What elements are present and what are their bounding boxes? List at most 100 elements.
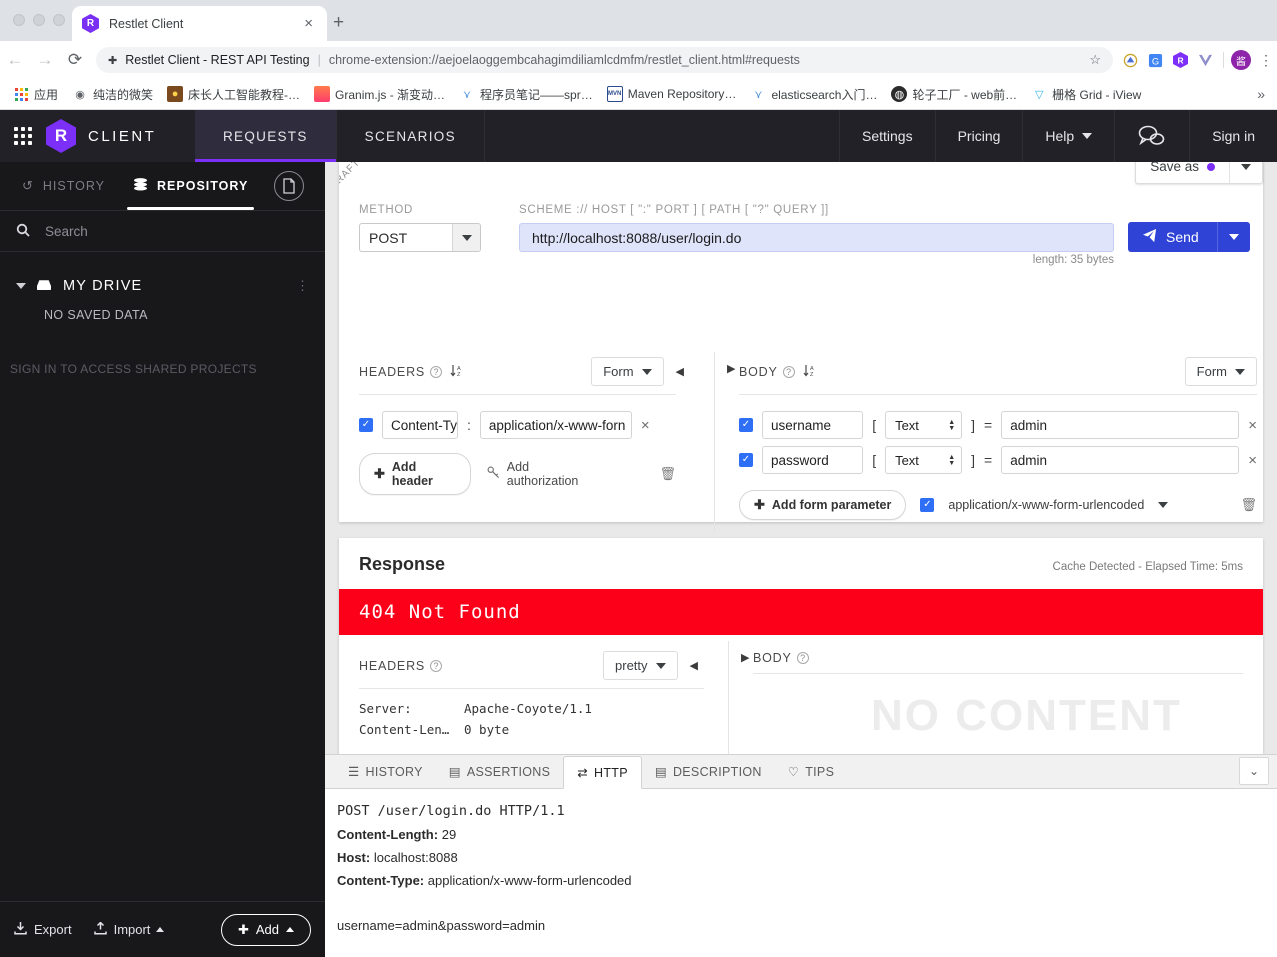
headers-view-mode-select[interactable]: Form: [591, 357, 664, 386]
body-view-mode-select[interactable]: Form: [1184, 357, 1257, 386]
import-button[interactable]: Import: [93, 920, 165, 938]
window-minimize-dot[interactable]: [33, 14, 45, 26]
chevron-down-icon[interactable]: [16, 283, 26, 289]
window-controls[interactable]: [13, 14, 65, 26]
sort-icon[interactable]: AZ: [803, 364, 816, 380]
form-param-name-input[interactable]: password: [762, 446, 864, 474]
content-type-checkbox[interactable]: [920, 498, 935, 512]
site-icon: ◉: [75, 88, 85, 101]
collapse-left-icon[interactable]: ◀: [670, 365, 690, 378]
form-param-name-input[interactable]: username: [762, 411, 864, 439]
extension-icon-1[interactable]: [1119, 49, 1141, 71]
bookmark-item[interactable]: ⋎ 程序员笔记——spr…: [452, 83, 600, 106]
window-maximize-dot[interactable]: [53, 14, 65, 26]
tab-requests[interactable]: REQUESTS: [195, 110, 337, 162]
more-options-icon[interactable]: ⋮: [296, 279, 309, 292]
help-icon[interactable]: ?: [782, 365, 795, 378]
avatar[interactable]: 酱: [1231, 50, 1251, 70]
sidebar-tab-repository[interactable]: REPOSITORY: [119, 162, 262, 210]
back-icon[interactable]: ←: [0, 50, 30, 70]
header-value-input[interactable]: application/x-www-forn: [479, 411, 632, 439]
add-button[interactable]: ✚ Add: [220, 913, 311, 946]
nav-signin[interactable]: Sign in: [1189, 110, 1277, 162]
help-icon[interactable]: ?: [796, 652, 809, 664]
tab-scenarios[interactable]: SCENARIOS: [337, 110, 485, 162]
chevron-down-icon[interactable]: [1158, 502, 1169, 508]
bookmark-item[interactable]: ◉ 纯洁的微笑: [65, 83, 160, 106]
bookmark-item[interactable]: 应用: [6, 83, 65, 106]
header-row: Content-Ty : application/x-www-forn ×: [345, 395, 690, 439]
close-icon[interactable]: ×: [300, 15, 317, 32]
remove-form-param-icon[interactable]: ×: [1248, 417, 1257, 434]
sort-icon[interactable]: AZ: [450, 364, 463, 380]
http-header-row: Host: localhost:8088: [337, 850, 1265, 865]
extension-icon-restlet[interactable]: R: [1169, 49, 1191, 71]
reload-icon[interactable]: ⟳: [60, 50, 90, 70]
sidebar-tab-history[interactable]: ↺ HISTORY: [8, 162, 119, 210]
address-bar[interactable]: ✚ Restlet Client - REST API Testing | ch…: [96, 47, 1113, 73]
bottom-tab-description[interactable]: ▤ DESCRIPTION: [642, 755, 775, 788]
apps-waffle-icon[interactable]: [14, 127, 32, 145]
send-button[interactable]: Send: [1128, 222, 1250, 252]
delete-body-icon[interactable]: 🗑: [1240, 497, 1257, 513]
nav-settings[interactable]: Settings: [839, 110, 935, 162]
bookmark-item[interactable]: Granim.js - 渐变动…: [307, 83, 452, 106]
help-icon[interactable]: ?: [430, 659, 443, 672]
remove-form-param-icon[interactable]: ×: [1248, 452, 1257, 469]
search-input[interactable]: [43, 222, 309, 240]
bottom-tab-tips[interactable]: ♡ TIPS: [775, 755, 848, 788]
url-input[interactable]: http://localhost:8088/user/login.do: [519, 223, 1114, 252]
new-document-button[interactable]: [274, 171, 305, 201]
nav-pricing[interactable]: Pricing: [934, 110, 1023, 162]
bottom-tab-http[interactable]: ⇄ HTTP: [563, 756, 642, 789]
window-close-dot[interactable]: [13, 14, 25, 26]
bookmark-star-icon[interactable]: ☆: [1081, 52, 1101, 68]
browser-menu-icon[interactable]: ⋮: [1255, 52, 1277, 69]
nav-chat[interactable]: [1114, 110, 1189, 162]
send-dropdown-button[interactable]: [1216, 222, 1250, 252]
add-header-button[interactable]: ✚ Add header: [359, 453, 471, 495]
form-param-value-input[interactable]: admin: [1001, 411, 1240, 439]
bottom-tab-history[interactable]: ☰ HISTORY: [335, 755, 436, 788]
sidebar-item-my-drive[interactable]: MY DRIVE ⋮: [0, 266, 325, 306]
add-form-parameter-button[interactable]: ✚ Add form parameter: [739, 490, 907, 520]
save-as-button[interactable]: Save as: [1136, 162, 1229, 183]
collapse-panel-button[interactable]: ⌄: [1239, 757, 1269, 785]
browser-tab[interactable]: R Restlet Client ×: [72, 6, 327, 41]
help-icon[interactable]: ?: [430, 365, 443, 378]
header-name-input[interactable]: Content-Ty: [382, 411, 458, 439]
new-tab-button[interactable]: +: [333, 12, 344, 34]
response-headers-view-mode-select[interactable]: pretty: [603, 651, 678, 680]
collapse-left-icon[interactable]: ◀: [684, 659, 704, 672]
restlet-logo-icon: R: [46, 119, 76, 153]
delete-headers-icon[interactable]: 🗑: [659, 466, 676, 482]
bracket-close: ]: [971, 417, 976, 433]
bottom-tab-assertions[interactable]: ▤ ASSERTIONS: [436, 755, 563, 788]
forward-icon[interactable]: →: [30, 50, 60, 70]
form-param-value-input[interactable]: admin: [1001, 446, 1240, 474]
form-param-enabled-checkbox[interactable]: [739, 418, 753, 432]
method-select[interactable]: POST: [359, 223, 481, 252]
extension-icon-translate[interactable]: G: [1144, 49, 1166, 71]
app-nav-right: Settings Pricing Help Sign in: [839, 110, 1277, 162]
bookmark-item[interactable]: ◍ 轮子工厂 - web前…: [884, 83, 1024, 106]
bookmark-item[interactable]: ● 床长人工智能教程-…: [160, 83, 307, 106]
bookmark-item[interactable]: ▽ 栅格 Grid - iView: [1024, 83, 1148, 106]
form-param-type-select[interactable]: Text ▲ ▼: [885, 446, 963, 474]
add-authorization-button[interactable]: Add authorization: [487, 460, 598, 488]
form-param-enabled-checkbox[interactable]: [739, 453, 753, 467]
bookmarks-overflow-icon[interactable]: »: [1257, 86, 1271, 102]
svg-text:Z: Z: [810, 372, 814, 377]
save-as-dropdown-button[interactable]: [1229, 162, 1262, 183]
sidebar-search[interactable]: [0, 210, 325, 252]
form-param-type-select[interactable]: Text ▲ ▼: [885, 411, 963, 439]
bookmark-item[interactable]: ⋎ elasticsearch入门…: [743, 83, 884, 106]
site-name: Restlet Client - REST API Testing: [125, 53, 310, 67]
nav-help[interactable]: Help: [1022, 110, 1114, 162]
export-button[interactable]: Export: [14, 921, 72, 938]
extension-icon-vue[interactable]: [1194, 49, 1216, 71]
bookmark-item[interactable]: MVN Maven Repository…: [600, 83, 744, 105]
header-enabled-checkbox[interactable]: [359, 418, 373, 432]
remove-header-icon[interactable]: ×: [641, 417, 650, 434]
chevron-down-icon[interactable]: [452, 224, 480, 251]
